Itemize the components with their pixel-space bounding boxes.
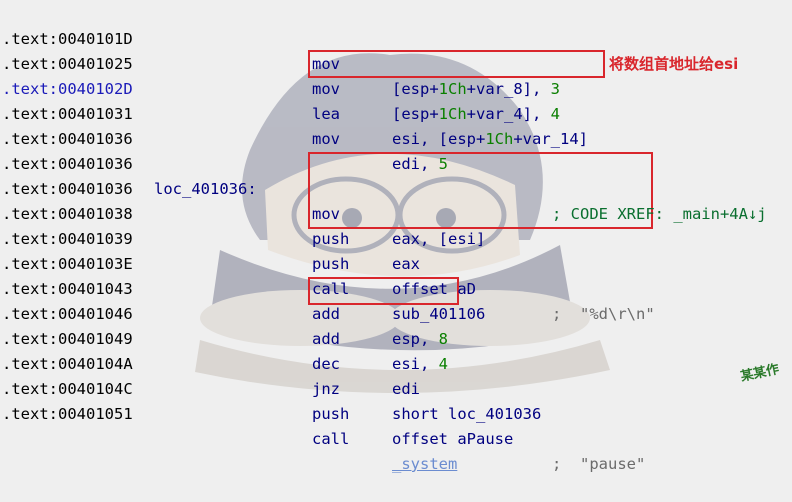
code-line[interactable]: .text:00401036 mov eax, [esi]	[0, 152, 792, 248]
operand[interactable]: offset aPause	[392, 427, 513, 452]
code-line[interactable]: .text:0040103E call sub_401106	[0, 227, 792, 323]
code-line[interactable]: .text:00401039 push offset aD ; "%d\r\n"	[0, 202, 792, 323]
operand[interactable]: short loc_401036	[392, 402, 541, 427]
string-comment: ; "pause"	[552, 455, 646, 473]
code-line[interactable]: .text:00401038 push eax	[0, 177, 792, 273]
import-function-link[interactable]: _system	[392, 452, 457, 477]
mnemonic[interactable]: push	[312, 402, 349, 427]
code-line[interactable]: .text:00401036	[0, 102, 792, 148]
code-line[interactable]: .text:00401031 mov edi, 5	[0, 77, 792, 173]
code-line[interactable]: .text:0040101D mov [esp+1Ch+var_8], 3	[0, 2, 792, 98]
address: .text:00401051	[2, 405, 133, 423]
code-line[interactable]: .text:00401049 dec edi	[0, 302, 792, 398]
mnemonic[interactable]: call	[312, 427, 349, 452]
code-line[interactable]: .text:00401046 add esi, 4	[0, 277, 792, 373]
code-line[interactable]: .text:00401043 add esp, 8	[0, 252, 792, 348]
code-line[interactable]: .text:0040104A jnz short loc_401036	[0, 327, 792, 423]
code-line[interactable]: .text:00401025 mov [esp+1Ch+var_4], 4	[0, 27, 792, 123]
code-line[interactable]: .text:0040104C push offset aPause ; "pau…	[0, 352, 792, 473]
code-line[interactable]: .text:00401051 call _system	[0, 377, 792, 473]
code-line-selected[interactable]: .text:0040102D lea esi, [esp+1Ch+var_14]	[0, 52, 792, 148]
code-line-label[interactable]: .text:00401036 loc_401036: ; CODE XREF: …	[0, 127, 792, 223]
disassembly-view[interactable]: 将数组首地址给esi .text:0040101D mov [esp+1Ch+v…	[0, 0, 792, 473]
